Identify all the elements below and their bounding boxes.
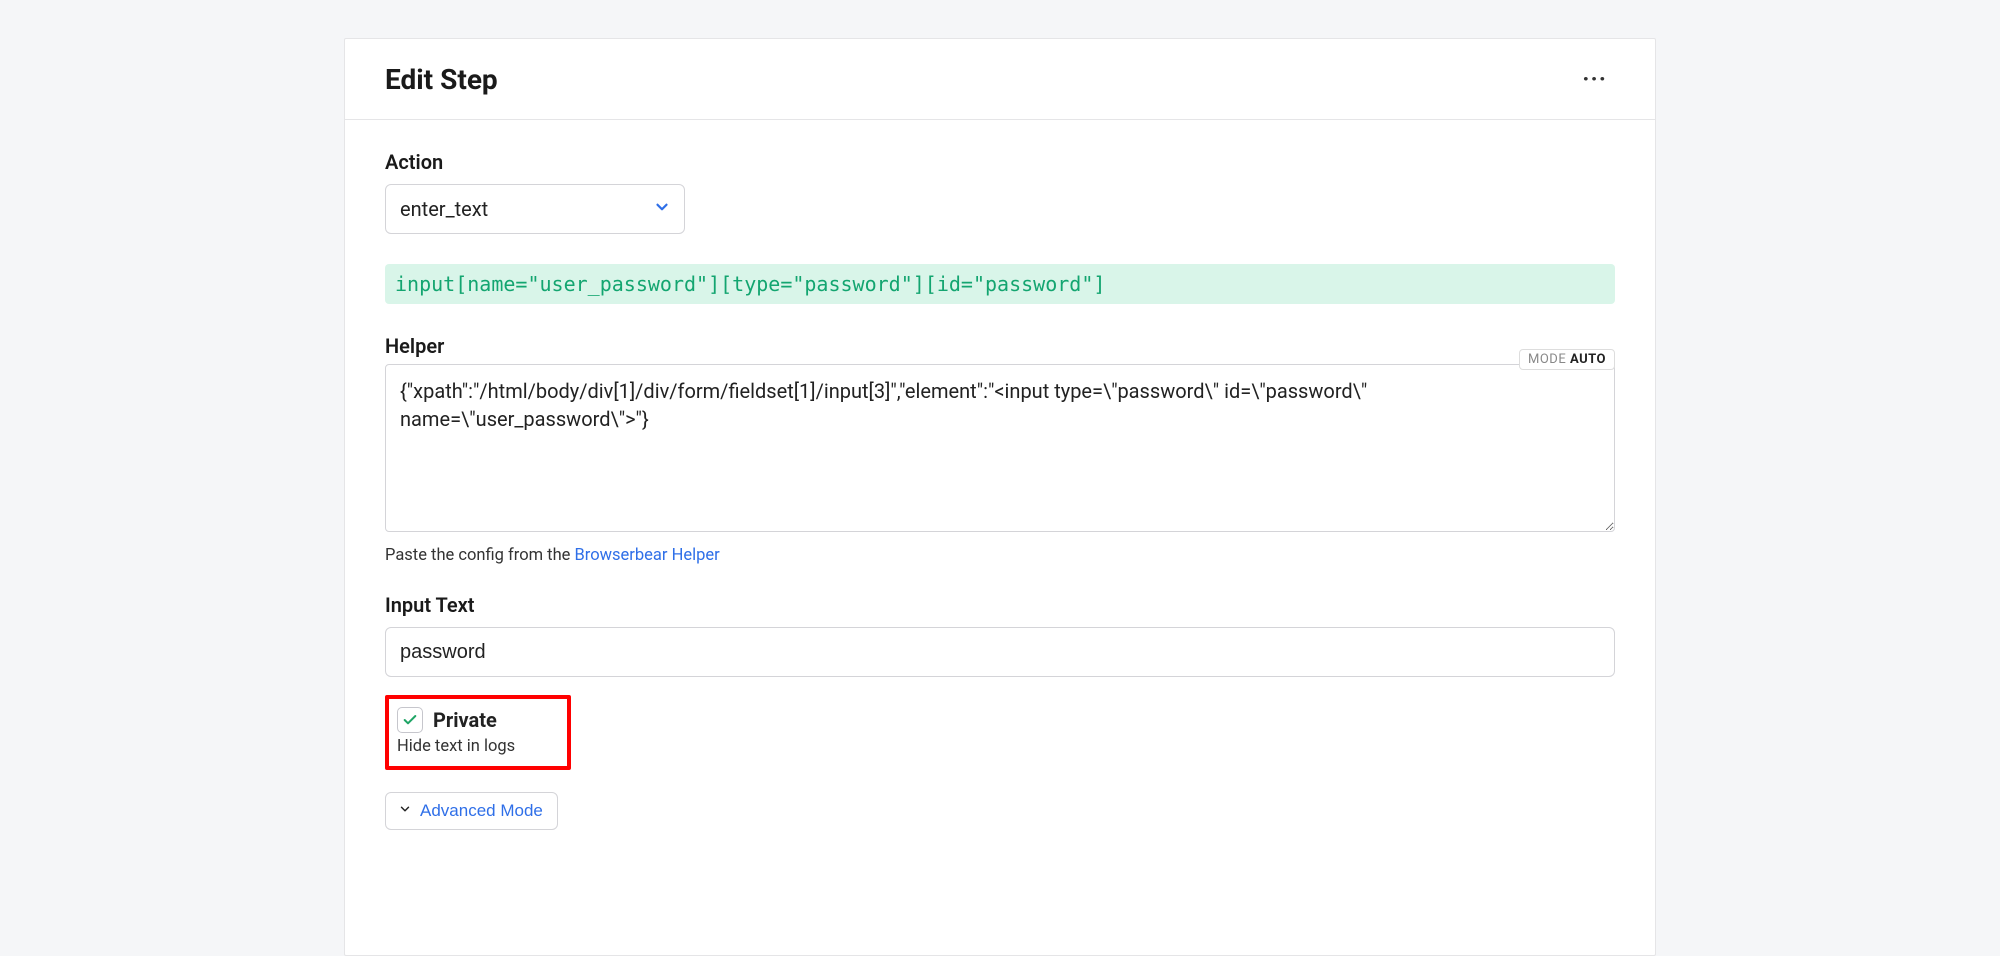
private-checkbox[interactable] <box>397 707 423 733</box>
input-text-label: Input Text <box>385 593 1615 617</box>
more-actions-button[interactable]: ··· <box>1574 61 1615 97</box>
helper-mode-toggle[interactable]: MODE AUTO <box>1519 349 1615 370</box>
helper-hint: Paste the config from the Browserbear He… <box>385 546 1615 565</box>
helper-label-row: Helper MODE AUTO <box>385 334 1615 364</box>
input-text-field[interactable] <box>385 627 1615 677</box>
panel-body: Action enter_text input[name="user_passw… <box>345 120 1655 858</box>
panel-title: Edit Step <box>385 63 498 96</box>
private-hint: Hide text in logs <box>397 737 559 756</box>
action-select-value: enter_text <box>400 197 488 221</box>
helper-textarea[interactable] <box>385 364 1615 532</box>
advanced-mode-label: Advanced Mode <box>420 801 543 821</box>
helper-label: Helper <box>385 334 444 358</box>
advanced-mode-button[interactable]: Advanced Mode <box>385 792 558 830</box>
helper-mode-value: AUTO <box>1570 352 1606 367</box>
chevron-down-icon <box>398 801 412 821</box>
helper-hint-link[interactable]: Browserbear Helper <box>575 546 720 565</box>
action-select[interactable]: enter_text <box>385 184 685 234</box>
helper-hint-text: Paste the config from the <box>385 546 575 565</box>
helper-mode-prefix: MODE <box>1528 352 1570 367</box>
panel-header: Edit Step ··· <box>345 39 1655 120</box>
private-section-highlight: Private Hide text in logs <box>385 695 571 770</box>
selector-display: input[name="user_password"][type="passwo… <box>385 264 1615 304</box>
edit-step-panel: Edit Step ··· Action enter_text input[na… <box>344 38 1656 956</box>
private-row: Private <box>397 707 559 733</box>
check-icon <box>402 712 418 728</box>
private-label: Private <box>433 708 497 732</box>
action-label: Action <box>385 150 1615 174</box>
